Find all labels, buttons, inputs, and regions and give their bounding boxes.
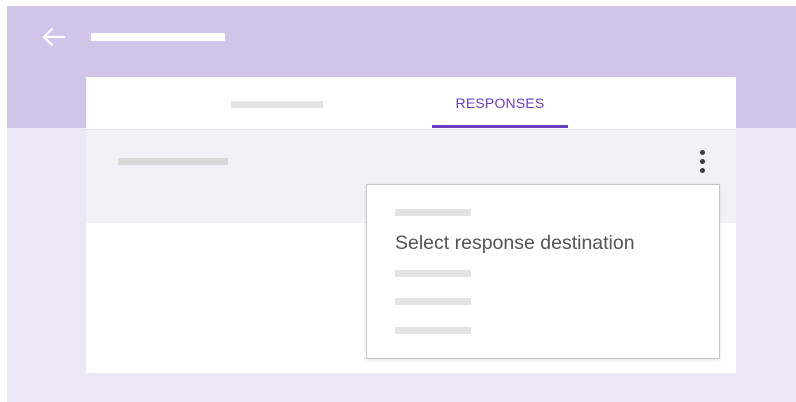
menu-placeholder-line xyxy=(395,298,471,305)
options-menu: Select response destination xyxy=(366,184,720,359)
menu-placeholder-line xyxy=(395,270,471,277)
tab-active-indicator xyxy=(432,125,568,128)
title-placeholder xyxy=(91,33,225,41)
more-dot xyxy=(700,159,705,164)
more-vert-icon[interactable] xyxy=(690,148,714,178)
tab-responses[interactable]: RESPONSES xyxy=(432,77,568,129)
app-frame: RESPONSES Select response destination xyxy=(7,6,796,402)
more-dot xyxy=(700,168,705,173)
tab-responses-label: RESPONSES xyxy=(455,95,545,111)
menu-item-select-response-destination[interactable]: Select response destination xyxy=(395,232,635,255)
arrow-left-icon[interactable] xyxy=(39,25,67,49)
content-card: RESPONSES Select response destination xyxy=(86,77,736,373)
more-dot xyxy=(700,150,705,155)
row-placeholder xyxy=(118,158,228,165)
menu-placeholder-line xyxy=(395,209,471,216)
tab-placeholder[interactable] xyxy=(231,101,323,108)
tab-bar: RESPONSES xyxy=(86,77,736,130)
menu-placeholder-line xyxy=(395,327,471,334)
